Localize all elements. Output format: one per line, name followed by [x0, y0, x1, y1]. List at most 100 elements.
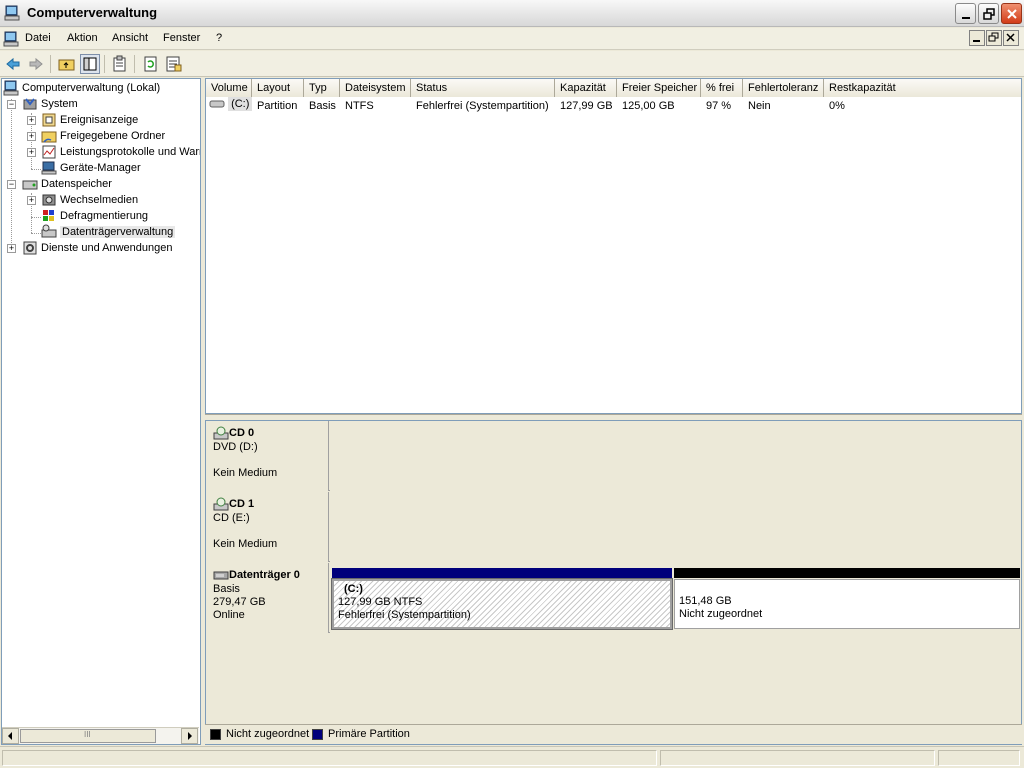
scroll-thumb[interactable]: III [20, 729, 156, 743]
tree-label: Datenträgerverwaltung [60, 226, 176, 238]
legend-label-unallocated: Nicht zugeordnet [226, 728, 310, 740]
expand-performance-logs-toggle[interactable]: + [27, 148, 36, 157]
tree-label: Freigegebene Ordner [60, 130, 166, 142]
tree-item-storage[interactable]: Datenspeicher [22, 176, 112, 192]
show-hide-console-tree-button[interactable] [80, 54, 100, 74]
tree-item-removable-storage[interactable]: Wechselmedien [41, 192, 138, 208]
column-header-restkapazitaet[interactable]: Restkapazität [824, 79, 1021, 97]
disk-info-disk0[interactable]: Datenträger 0 Basis 279,47 GB Online [206, 563, 329, 633]
column-header-dateisystem[interactable]: Dateisystem [340, 79, 411, 97]
tree-item-computer-management[interactable]: Computerverwaltung (Lokal) [3, 80, 160, 96]
close-button[interactable] [1001, 3, 1022, 24]
folder-up-icon [58, 59, 75, 71]
cell-volume: (C:) [209, 97, 253, 111]
partition-unallocated-body[interactable]: 151,48 GB Nicht zugeordnet [674, 579, 1020, 629]
partition-c-body[interactable]: (C:) 127,99 GB NTFS Fehlerfrei (Systempa… [331, 578, 673, 630]
tree-label: Wechselmedien [60, 194, 139, 206]
partition-size: 151,48 GB [679, 595, 732, 607]
menu-datei[interactable]: Datei [25, 32, 51, 44]
expand-event-viewer-toggle[interactable]: + [27, 116, 36, 125]
defragmentation-icon [43, 210, 54, 221]
disk-size: 279,47 GB [213, 596, 266, 608]
tree-item-system[interactable]: System [22, 96, 78, 112]
refresh-button[interactable] [141, 54, 161, 74]
storage-icon [22, 180, 38, 190]
cd-drive-icon [213, 426, 229, 440]
menu-bar: Datei Aktion Ansicht Fenster ? [0, 28, 1024, 50]
up-one-level-button[interactable] [57, 54, 77, 74]
expand-removable-storage-toggle[interactable]: + [27, 196, 36, 205]
forward-button[interactable] [26, 54, 46, 74]
tree-horizontal-scrollbar[interactable]: III [2, 727, 199, 744]
scroll-right-button[interactable] [181, 728, 198, 744]
removable-storage-icon [42, 194, 56, 206]
disk-row-cd1[interactable]: CD 1 CD (E:) Kein Medium [206, 492, 1021, 562]
unallocated-bar [674, 568, 1020, 578]
scroll-left-button[interactable] [2, 728, 19, 744]
collapse-storage-toggle[interactable]: − [7, 180, 16, 189]
system-tools-icon [23, 98, 37, 110]
toolbar-separator [50, 55, 51, 73]
menu-fenster[interactable]: Fenster [163, 32, 200, 44]
column-header-prozent-frei[interactable]: % frei [701, 79, 743, 97]
partition-c[interactable]: (C:) 127,99 GB NTFS Fehlerfrei (Systempa… [331, 568, 673, 630]
volume-label: (C:) [228, 97, 253, 111]
status-segment [2, 750, 657, 766]
menu-help[interactable]: ? [216, 32, 222, 44]
column-header-kapazitaet[interactable]: Kapazität [555, 79, 617, 97]
tree-item-shared-folders[interactable]: Freigegebene Ordner [41, 128, 165, 144]
column-header-layout[interactable]: Layout [252, 79, 304, 97]
document-window-icon[interactable] [3, 31, 19, 47]
tree-item-disk-management[interactable]: Datenträgerverwaltung [41, 224, 176, 240]
column-header-fehlertoleranz[interactable]: Fehlertoleranz [743, 79, 824, 97]
status-bar [0, 746, 1024, 768]
disk-name: CD 1 [229, 497, 255, 510]
menu-ansicht[interactable]: Ansicht [112, 32, 148, 44]
cell-prozent-frei: 97 % [706, 100, 732, 112]
disk-type: Basis [213, 583, 240, 595]
restore-button[interactable] [978, 3, 999, 24]
toolbar [0, 51, 1024, 77]
properties-button[interactable] [110, 54, 130, 74]
tree-item-services-applications[interactable]: Dienste und Anwendungen [22, 240, 173, 256]
mdi-restore-button[interactable] [986, 30, 1002, 46]
expand-shared-folders-toggle[interactable]: + [27, 132, 36, 141]
back-button[interactable] [3, 54, 23, 74]
menu-aktion[interactable]: Aktion [67, 32, 98, 44]
column-header-freier-speicher[interactable]: Freier Speicher [617, 79, 701, 97]
restore-icon [988, 32, 999, 42]
expand-services-toggle[interactable]: + [7, 244, 16, 253]
export-list-button[interactable] [164, 54, 184, 74]
mdi-close-button[interactable] [1003, 30, 1019, 46]
properties-icon [113, 55, 126, 72]
column-header-status[interactable]: Status [411, 79, 555, 97]
disk-row-cd0[interactable]: CD 0 DVD (D:) Kein Medium [206, 421, 1021, 491]
tree-item-device-manager[interactable]: Geräte-Manager [41, 160, 141, 176]
tree-item-defragmentation[interactable]: Defragmentierung [41, 208, 148, 224]
column-header-volume[interactable]: Volume [206, 79, 252, 97]
volume-list-header: Volume Layout Typ Dateisystem Status Kap… [206, 79, 1021, 97]
shared-folder-icon [41, 131, 57, 143]
disk-info-cd0[interactable]: CD 0 DVD (D:) Kein Medium [206, 421, 329, 491]
scroll-grip: III [84, 730, 91, 739]
minimize-button[interactable] [955, 3, 976, 24]
partition-status: Nicht zugeordnet [679, 608, 763, 620]
cd-drive-icon [213, 497, 229, 511]
tree-item-event-viewer[interactable]: Ereignisanzeige [41, 112, 138, 128]
tree-item-performance-logs[interactable]: Leistungsprotokolle und Warn [41, 144, 200, 160]
column-header-typ[interactable]: Typ [304, 79, 340, 97]
tree-line [31, 233, 41, 234]
disk-type: CD (E:) [213, 512, 250, 524]
disk-view: CD 0 DVD (D:) Kein Medium CD 1 CD (E:) K… [205, 420, 1022, 745]
disk-row-disk0[interactable]: Datenträger 0 Basis 279,47 GB Online (C:… [206, 563, 1021, 633]
disk-info-cd1[interactable]: CD 1 CD (E:) Kein Medium [206, 492, 329, 562]
cell-layout: Partition [257, 100, 298, 112]
partition-unallocated[interactable]: 151,48 GB Nicht zugeordnet [674, 568, 1020, 629]
disk-area-disk0: (C:) 127,99 GB NTFS Fehlerfrei (Systempa… [330, 563, 1021, 633]
tree-label: Defragmentierung [60, 210, 149, 222]
device-manager-icon [41, 161, 57, 175]
collapse-system-toggle[interactable]: − [7, 100, 16, 109]
tree-label: Geräte-Manager [60, 162, 141, 174]
mdi-minimize-button[interactable] [969, 30, 985, 46]
cell-status: Fehlerfrei (Systempartition) [416, 100, 549, 112]
